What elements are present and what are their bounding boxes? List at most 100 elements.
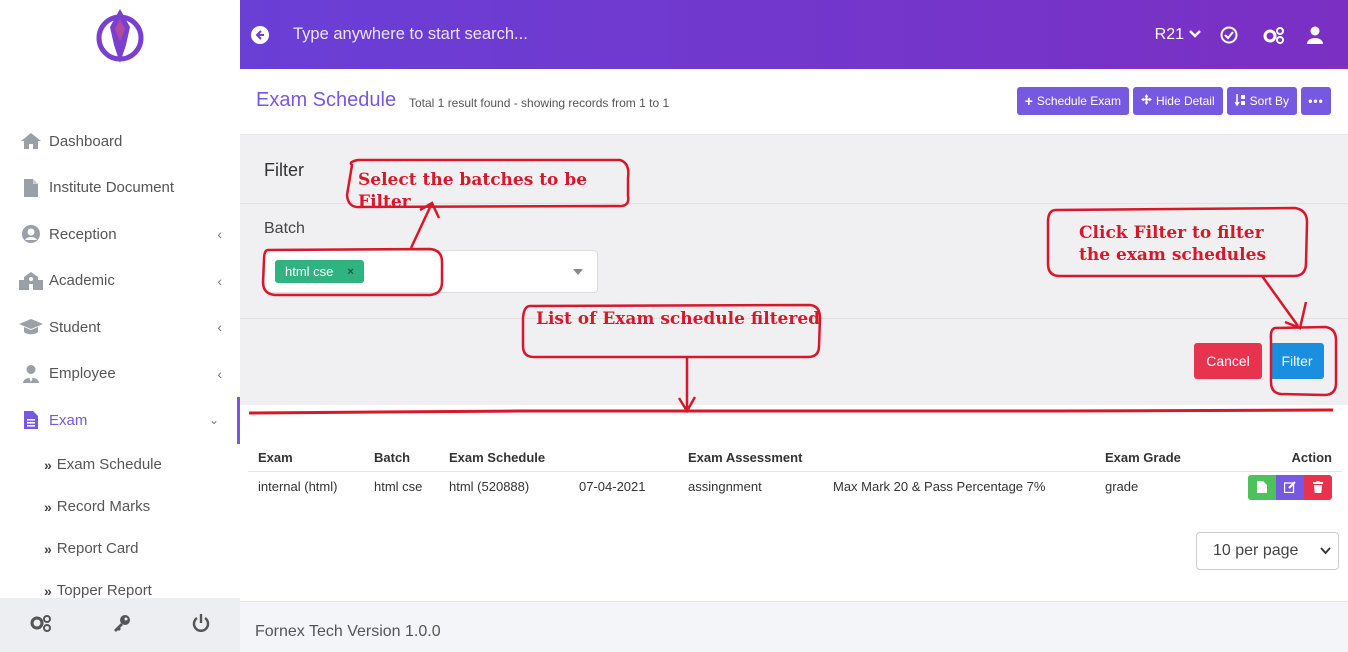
col-exam-assessment: Exam Assessment — [678, 445, 823, 472]
per-page-select[interactable]: 10 per page — [1196, 532, 1339, 570]
table-area: Exam Batch Exam Schedule Exam Assessment… — [240, 405, 1348, 601]
plus-icon: + — [1024, 93, 1033, 109]
year-dropdown[interactable]: R21 — [1155, 26, 1202, 44]
remove-tag-icon[interactable]: × — [347, 266, 353, 278]
col-exam-schedule: Exam Schedule — [439, 445, 569, 472]
edit-icon — [1284, 481, 1296, 493]
page-title: Exam Schedule — [256, 89, 397, 111]
cell-exam-schedule: html (520888) — [449, 478, 530, 494]
file-text-icon — [18, 409, 44, 431]
graduation-cap-icon — [18, 316, 44, 338]
sidebar-item-reception[interactable]: Reception ‹ — [0, 211, 240, 258]
settings-icon[interactable] — [1262, 25, 1286, 45]
batch-tag: html cse × — [275, 260, 364, 283]
file-icon — [1257, 481, 1267, 493]
batch-label: Batch — [264, 220, 305, 237]
user-tie-icon — [18, 363, 44, 385]
exam-schedule-table: Exam Batch Exam Schedule Exam Assessment… — [248, 445, 1342, 501]
schedule-exam-button[interactable]: + Schedule Exam — [1016, 87, 1129, 115]
per-page-label: 10 per page — [1213, 542, 1299, 559]
cell-assessment-detail: Max Mark 20 & Pass Percentage 7% — [833, 478, 1046, 494]
batch-tag-label: html cse — [285, 264, 334, 279]
sidebar-footer — [0, 598, 240, 652]
footer: Fornex Tech Version 1.0.0 — [240, 601, 1348, 652]
key-icon[interactable] — [112, 613, 132, 638]
col-action: Action — [1235, 445, 1342, 472]
annotation-select-batches: Select the batches to be Filter — [358, 170, 588, 212]
schedule-exam-label: Schedule Exam — [1036, 94, 1121, 108]
sidebar-item-label: Exam — [49, 411, 88, 429]
ellipsis-icon: ••• — [1308, 94, 1324, 108]
sort-by-button[interactable]: Sort By — [1226, 87, 1297, 115]
batch-select[interactable]: html cse × — [264, 250, 598, 293]
chevron-left-icon: ‹ — [217, 365, 222, 382]
sidebar-item-exam[interactable]: Exam ⌄ — [0, 397, 240, 444]
col-date — [569, 445, 678, 472]
annotation-click-filter: Click Filter to filter the exam schedule… — [1079, 223, 1267, 265]
chevron-left-icon: ‹ — [217, 272, 222, 289]
sidebar-subitem-exam-schedule[interactable]: » Exam Schedule — [0, 444, 240, 486]
sidebar-item-label: Employee — [49, 365, 116, 383]
cell-actions — [1235, 471, 1342, 501]
search-input[interactable] — [293, 25, 893, 44]
sidebar-item-label: Academic — [49, 272, 115, 290]
arrows-icon — [1140, 94, 1152, 108]
delete-button[interactable] — [1304, 474, 1332, 500]
double-chevron-right-icon: » — [44, 498, 52, 515]
more-options-button[interactable]: ••• — [1301, 87, 1331, 115]
sidebar: Dashboard Institute Document Reception ‹… — [0, 0, 240, 652]
sidebar-subitem-label: Record Marks — [56, 498, 151, 515]
topbar: R21 — [240, 0, 1348, 69]
edit-button[interactable] — [1276, 474, 1304, 500]
sidebar-item-label: Reception — [49, 225, 117, 243]
double-chevron-right-icon: » — [44, 456, 52, 473]
chevron-down-icon — [1188, 26, 1202, 44]
sidebar-item-label: Student — [49, 318, 101, 336]
year-label: R21 — [1154, 25, 1184, 43]
col-assessment-detail — [823, 445, 1095, 472]
sidebar-item-label: Institute Document — [49, 179, 175, 197]
col-exam: Exam — [248, 445, 364, 472]
sidebar-item-student[interactable]: Student ‹ — [0, 304, 240, 351]
filter-title: Filter — [264, 160, 304, 180]
sidebar-item-institute-document[interactable]: Institute Document — [0, 165, 240, 212]
trash-icon — [1313, 481, 1323, 493]
check-circle-icon[interactable] — [1220, 26, 1238, 44]
user-circle-icon — [18, 223, 44, 245]
home-icon — [18, 130, 44, 152]
cell-exam-assessment: assingnment — [688, 478, 762, 494]
settings-icon[interactable] — [29, 613, 53, 638]
version-text: Fornex Tech Version 1.0.0 — [255, 623, 441, 640]
caret-down-icon[interactable] — [573, 269, 583, 275]
sidebar-item-employee[interactable]: Employee ‹ — [0, 351, 240, 398]
logo-icon — [96, 9, 144, 63]
double-chevron-right-icon: » — [44, 582, 52, 599]
sidebar-item-dashboard[interactable]: Dashboard — [0, 118, 240, 165]
cell-date: 07-04-2021 — [579, 478, 646, 494]
cancel-button[interactable]: Cancel — [1194, 343, 1262, 379]
cell-exam-grade: grade — [1105, 478, 1139, 494]
sidebar-subitem-label: Exam Schedule — [56, 456, 162, 473]
col-batch: Batch — [364, 445, 439, 472]
sidebar-subitem-report-card[interactable]: » Report Card — [0, 528, 240, 570]
table-header-row: Exam Batch Exam Schedule Exam Assessment… — [248, 445, 1342, 472]
power-icon[interactable] — [191, 613, 211, 638]
cell-batch: html cse — [374, 478, 423, 494]
double-chevron-right-icon: » — [44, 540, 52, 557]
sidebar-item-label: Dashboard — [49, 132, 123, 150]
table-row: internal (html) html cse html (520888) 0… — [248, 471, 1342, 501]
hide-detail-button[interactable]: Hide Detail — [1132, 87, 1223, 115]
sidebar-subitem-label: Topper Report — [56, 582, 152, 599]
user-icon[interactable] — [1306, 26, 1324, 44]
document-icon — [18, 177, 44, 199]
filter-button[interactable]: Filter — [1270, 343, 1324, 379]
sort-by-label: Sort By — [1249, 94, 1289, 108]
col-exam-grade: Exam Grade — [1095, 445, 1235, 472]
chevron-left-icon: ‹ — [217, 226, 222, 243]
sidebar-subitem-record-marks[interactable]: » Record Marks — [0, 486, 240, 528]
logo[interactable] — [0, 0, 240, 70]
chevron-down-icon: ⌄ — [208, 413, 219, 428]
sidebar-item-academic[interactable]: Academic ‹ — [0, 258, 240, 305]
view-button[interactable] — [1248, 474, 1276, 500]
back-arrow-icon[interactable] — [251, 25, 269, 44]
